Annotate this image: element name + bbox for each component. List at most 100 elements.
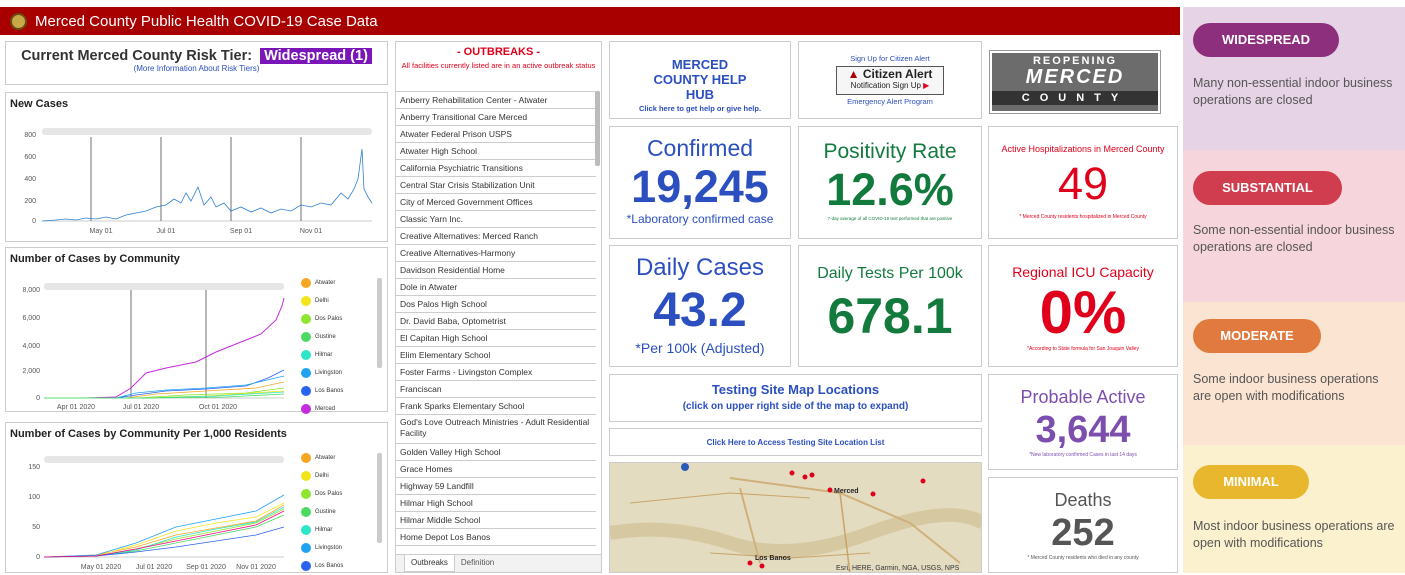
deaths-note: * Merced County residents who died in an… — [1027, 555, 1139, 561]
list-item[interactable]: Anberry Rehabilitation Center - Atwater — [396, 92, 596, 109]
citizen-alert-tile[interactable]: Sign Up for Citizen Alert ▲ Citizen Aler… — [798, 41, 982, 119]
map-marker[interactable] — [681, 463, 689, 471]
list-item[interactable]: Creative Alternatives: Merced Ranch — [396, 228, 596, 245]
per1000-chart[interactable]: 150 100 50 0 May 01 2020 Jul 01 2020 Sep… — [6, 423, 296, 574]
list-item[interactable]: Davidson Residential Home — [396, 262, 596, 279]
map-marker[interactable] — [809, 472, 815, 478]
legend-item[interactable]: Los Banos — [301, 382, 343, 400]
list-item[interactable]: Golden Valley High School — [396, 444, 596, 461]
list-item[interactable]: Highway 59 Landfill — [396, 478, 596, 495]
testing-list-link-tile[interactable]: Click Here to Access Testing Site Locati… — [609, 428, 982, 456]
livingston-series — [43, 494, 285, 558]
list-item[interactable]: Dr. David Baba, Optometrist — [396, 313, 596, 330]
legend-scrollbar[interactable] — [377, 453, 382, 543]
y-tick-label: 0 — [36, 395, 40, 402]
list-item[interactable]: Atwater Federal Prison USPS — [396, 126, 596, 143]
positivity-label: Positivity Rate — [823, 140, 957, 163]
deaths-value: 252 — [1051, 512, 1115, 554]
legend-item[interactable]: Merced — [301, 400, 343, 418]
legend-item[interactable]: Dos Palos — [301, 310, 343, 328]
map-canvas[interactable]: Merced Los Banos Esri, HERE, Garmin, NGA… — [610, 463, 982, 573]
icu-capacity-value: 0% — [1039, 279, 1127, 346]
list-item[interactable]: Dos Palos High School — [396, 296, 596, 313]
testing-map-link-tile[interactable]: Testing Site Map Locations (click on upp… — [609, 374, 982, 422]
list-item[interactable]: Frank Sparks Elementary School — [396, 398, 596, 415]
chart-scrollbar[interactable] — [42, 128, 372, 135]
tier-minimal-desc: Most indoor business operations are open… — [1193, 519, 1395, 550]
list-item[interactable]: Central Star Crisis Stabilization Unit — [396, 177, 596, 194]
list-item[interactable]: Hilmar Middle School — [396, 512, 596, 529]
legend-item[interactable]: Atwater — [301, 274, 343, 292]
legend-item[interactable]: Delhi — [301, 292, 343, 310]
merced-series — [44, 297, 285, 399]
list-item[interactable]: El Capitan High School — [396, 330, 596, 347]
list-item[interactable]: Dole in Atwater — [396, 279, 596, 296]
tab-outbreaks[interactable]: Outbreaks — [404, 555, 455, 572]
tier-moderate: MODERATE Some indoor business operations… — [1183, 302, 1405, 445]
legend-scrollbar[interactable] — [377, 278, 382, 368]
map-marker[interactable] — [789, 470, 795, 476]
list-item[interactable]: City of Merced Government Offices — [396, 194, 596, 211]
list-item[interactable]: God's Love Outreach Ministries - Adult R… — [396, 415, 596, 444]
new-cases-chart[interactable]: 800 600 400 200 0 May 01 Jul 01 Sep 01 N… — [6, 93, 389, 243]
legend-item[interactable]: Dos Palos — [301, 485, 343, 503]
testing-list-link[interactable]: Click Here to Access Testing Site Locati… — [610, 438, 981, 447]
map-marker[interactable] — [802, 474, 808, 480]
list-item[interactable]: Home Depot Los Banos — [396, 529, 596, 546]
legend-item[interactable]: Gustine — [301, 328, 343, 346]
icu-capacity-label: Regional ICU Capacity — [1012, 264, 1154, 280]
list-item[interactable]: Elim Elementary School — [396, 347, 596, 364]
map-label-los-banos: Los Banos — [755, 555, 791, 562]
tier-substantial: SUBSTANTIAL Some non-essential indoor bu… — [1183, 150, 1405, 302]
map-attribution: Esri, HERE, Garmin, NGA, USGS, NPS — [836, 565, 960, 572]
chart-scrollbar[interactable] — [44, 456, 284, 463]
reopening-merced-tile[interactable]: REOPENING MERCED COUNTY — [988, 41, 1178, 119]
map-marker[interactable] — [920, 478, 926, 484]
probable-label: Probable Active — [1020, 387, 1146, 407]
map-marker[interactable] — [870, 491, 876, 497]
citizen-alert-signup-link[interactable]: Sign Up for Citizen Alert — [799, 54, 981, 63]
map-marker[interactable] — [747, 560, 753, 566]
list-item[interactable]: California Psychiatric Transitions — [396, 160, 596, 177]
map-marker[interactable] — [759, 563, 765, 569]
y-tick-label: 6,000 — [22, 315, 40, 322]
help-hub-tile[interactable]: MERCED COUNTY HELP HUB Click here to get… — [609, 41, 791, 119]
list-item[interactable]: Anberry Transitional Care Merced — [396, 109, 596, 126]
list-item[interactable]: Classic Yarn Inc. — [396, 211, 596, 228]
legend-item[interactable]: Hilmar — [301, 346, 343, 364]
community-chart[interactable]: 8,000 6,000 4,000 2,000 0 Apr 01 2020 Ju… — [6, 248, 296, 413]
x-tick-label: May 01 — [90, 228, 113, 235]
map-marker[interactable] — [827, 487, 833, 493]
legend-item[interactable]: Livingston — [301, 539, 343, 557]
list-item[interactable]: Hilmar High School — [396, 495, 596, 512]
risk-tier-info-link[interactable]: (More Information About Risk Tiers) — [6, 64, 387, 73]
outbreaks-scrollbar[interactable] — [595, 91, 600, 166]
tier-minimal: MINIMAL Most indoor business operations … — [1183, 445, 1405, 573]
legend-item[interactable]: Atwater — [301, 449, 343, 467]
help-hub-link[interactable]: Click here to get help or give help. — [610, 104, 790, 113]
confirmed-label: Confirmed — [646, 135, 754, 161]
chart-scrollbar[interactable] — [44, 283, 284, 290]
x-tick-label: Sep 01 2020 — [186, 564, 226, 571]
legend-item[interactable]: Gustine — [301, 503, 343, 521]
list-item[interactable]: Atwater High School — [396, 143, 596, 160]
x-tick-label: Nov 01 2020 — [236, 564, 276, 571]
legend-item[interactable]: Los Banos — [301, 557, 343, 575]
risk-tier-badge: Widespread (1) — [260, 48, 372, 64]
legend-item[interactable]: Livingston — [301, 364, 343, 382]
list-item[interactable]: Foster Farms - Livingston Complex — [396, 364, 596, 381]
confirmed-tile: Confirmed 19,245 *Laboratory confirmed c… — [609, 126, 791, 239]
y-tick-label: 400 — [24, 176, 36, 183]
tab-definition[interactable]: Definition — [455, 555, 500, 572]
legend-item[interactable]: Hilmar — [301, 521, 343, 539]
list-item[interactable]: Grace Homes — [396, 461, 596, 478]
list-item[interactable]: Franciscan — [396, 381, 596, 398]
reopening-merced-logo: REOPENING MERCED COUNTY — [990, 51, 1160, 113]
x-tick-label: Sep 01 — [230, 228, 252, 235]
legend-item[interactable]: Delhi — [301, 467, 343, 485]
list-item[interactable]: Creative Alternatives-Harmony — [396, 245, 596, 262]
outbreaks-list: Anberry Rehabilitation Center - Atwater … — [396, 91, 596, 546]
x-tick-label: Jul 01 2020 — [123, 404, 159, 411]
testing-site-map[interactable]: Merced Los Banos Esri, HERE, Garmin, NGA… — [609, 462, 982, 573]
icu-capacity-tile: Regional ICU Capacity 0% *According to S… — [988, 245, 1178, 367]
